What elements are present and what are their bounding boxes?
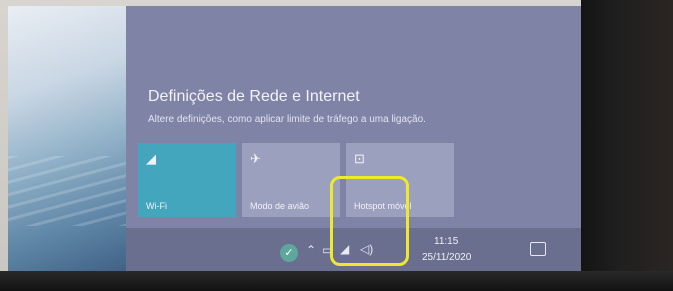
defender-check-icon[interactable]: ✓ bbox=[280, 244, 298, 262]
monitor-bezel-right bbox=[581, 0, 673, 291]
wifi-tile-label: Wi-Fi bbox=[146, 201, 167, 211]
action-center-icon[interactable] bbox=[530, 242, 546, 256]
airplane-icon: ✈ bbox=[250, 151, 261, 166]
wifi-icon: ◢ bbox=[146, 151, 156, 166]
hotspot-icon: ⊡ bbox=[354, 151, 365, 166]
show-hidden-icons-chevron-icon[interactable]: ⌃ bbox=[306, 243, 316, 257]
desktop-wallpaper bbox=[8, 6, 138, 272]
wifi-tile[interactable]: ◢ Wi-Fi bbox=[138, 143, 236, 217]
airplane-mode-tile-label: Modo de avião bbox=[250, 201, 310, 211]
screen: Definições de Rede e Internet Altere def… bbox=[8, 6, 584, 272]
network-settings-subtitle[interactable]: Altere definições, como aplicar limite d… bbox=[148, 114, 426, 125]
clock-date[interactable]: 25/11/2020 bbox=[422, 252, 471, 263]
annotation-highlight-box bbox=[330, 176, 409, 266]
clock-time[interactable]: 11:15 bbox=[434, 236, 458, 247]
airplane-mode-tile[interactable]: ✈ Modo de avião bbox=[242, 143, 340, 217]
network-settings-title[interactable]: Definições de Rede e Internet bbox=[148, 88, 360, 106]
monitor-bezel-bottom bbox=[0, 271, 673, 291]
